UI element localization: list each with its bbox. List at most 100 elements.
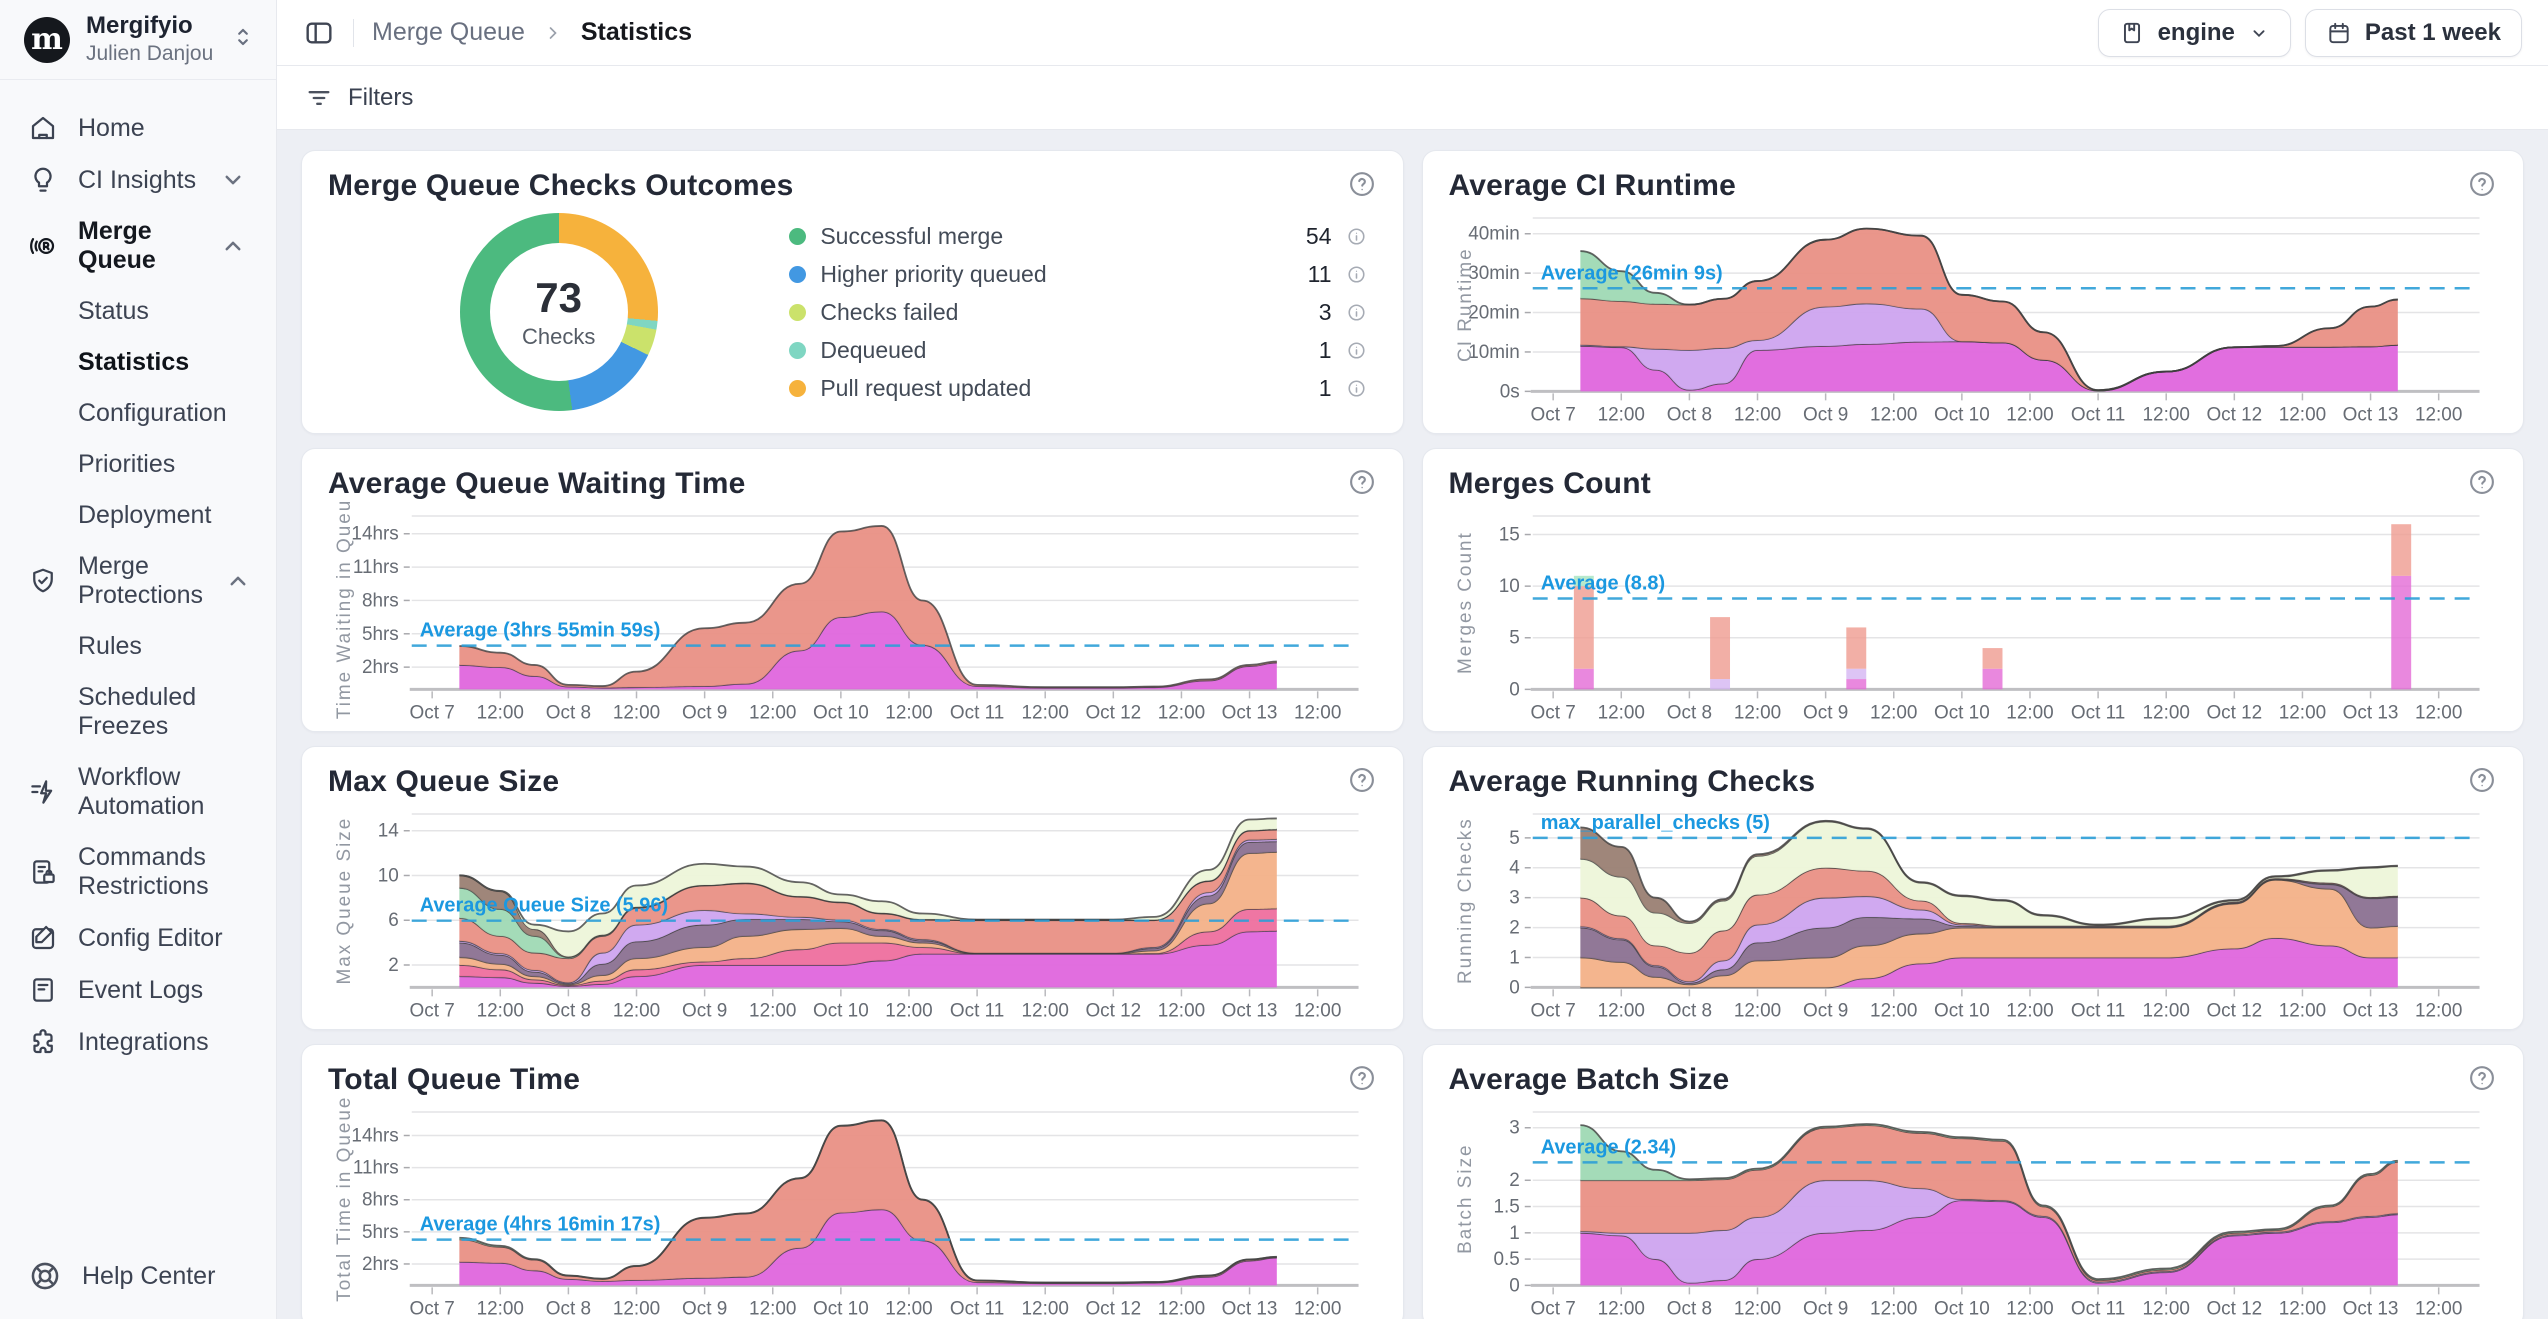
sidebar-item-merge-queue[interactable]: Merge Queue: [14, 206, 262, 286]
svg-text:8hrs: 8hrs: [362, 1190, 399, 1211]
help-question-icon[interactable]: [1347, 467, 1377, 502]
main-column: Merge Queue Statistics engine Past 1 wee…: [277, 0, 2548, 1319]
card-head: Merges Count: [1449, 467, 2498, 502]
sidebar-item-ci-insights[interactable]: CI Insights: [14, 154, 262, 206]
sidebar-item-deployment[interactable]: Deployment: [14, 490, 262, 541]
help-question-icon[interactable]: [2467, 765, 2497, 800]
info-icon[interactable]: [1346, 302, 1367, 323]
help-question-icon[interactable]: [1347, 765, 1377, 800]
sidebar-item-configuration[interactable]: Configuration: [14, 388, 262, 439]
sidebar-item-label: Rules: [78, 632, 142, 660]
average-batch-size-chart[interactable]: 00.511.523Oct 712:00Oct 812:00Oct 912:00…: [1449, 1098, 2498, 1319]
sidebar-item-priorities[interactable]: Priorities: [14, 439, 262, 490]
svg-text:Oct 8: Oct 8: [546, 702, 591, 723]
total-queue-time-chart[interactable]: 2hrs5hrs8hrs11hrs14hrsOct 712:00Oct 812:…: [328, 1098, 1377, 1319]
lifebuoy-icon: [28, 1259, 62, 1293]
calendar-icon: [2326, 20, 2352, 46]
sidebar-toggle-icon[interactable]: [303, 17, 335, 49]
workflow-icon: [28, 777, 58, 807]
legend-row[interactable]: Higher priority queued 11: [789, 261, 1366, 288]
sidebar-item-commands-restrictions[interactable]: Commands Restrictions: [14, 832, 262, 912]
card-head: Average Running Checks: [1449, 765, 2498, 800]
sidebar-item-label: Status: [78, 297, 149, 325]
svg-text:Oct 12: Oct 12: [1085, 702, 1141, 723]
svg-text:12:00: 12:00: [1597, 1298, 1644, 1319]
help-question-icon[interactable]: [1347, 1063, 1377, 1098]
average-queue-waiting-time-chart[interactable]: 2hrs5hrs8hrs11hrs14hrsOct 712:00Oct 812:…: [328, 502, 1377, 725]
help-center-link[interactable]: Help Center: [0, 1233, 276, 1319]
sidebar-item-scheduled-freezes[interactable]: Scheduled Freezes: [14, 672, 262, 752]
svg-text:Oct 8: Oct 8: [1666, 1000, 1711, 1021]
sidebar-item-label: Home: [78, 114, 145, 143]
svg-text:Oct 9: Oct 9: [682, 702, 727, 723]
svg-text:Oct 11: Oct 11: [950, 1298, 1004, 1319]
svg-text:12:00: 12:00: [477, 702, 524, 723]
svg-text:12:00: 12:00: [2414, 1000, 2461, 1021]
queue-icon: [28, 231, 58, 261]
sidebar-item-label: Config Editor: [78, 924, 223, 953]
svg-text:Oct 11: Oct 11: [950, 1000, 1004, 1021]
svg-text:Oct 8: Oct 8: [546, 1298, 591, 1319]
sidebar-item-integrations[interactable]: Integrations: [14, 1016, 262, 1068]
org-switcher-icon[interactable]: [230, 24, 256, 55]
average-ci-runtime-chart[interactable]: 0s10min20min30min40minOct 712:00Oct 812:…: [1449, 204, 2498, 427]
card-head: Average Batch Size: [1449, 1063, 2498, 1098]
sidebar-item-rules[interactable]: Rules: [14, 621, 262, 672]
info-icon[interactable]: [1346, 340, 1367, 361]
svg-text:12:00: 12:00: [1870, 1000, 1917, 1021]
bulb-icon: [28, 165, 58, 195]
svg-text:Oct 8: Oct 8: [1666, 1298, 1711, 1319]
help-question-icon[interactable]: [1347, 169, 1377, 204]
sidebar-item-config-editor[interactable]: Config Editor: [14, 912, 262, 964]
date-range-button[interactable]: Past 1 week: [2305, 9, 2522, 57]
info-icon[interactable]: [1346, 264, 1367, 285]
svg-text:Batch Size: Batch Size: [1454, 1143, 1475, 1253]
svg-text:12:00: 12:00: [1158, 702, 1205, 723]
sidebar-item-workflow-automation[interactable]: Workflow Automation: [14, 752, 262, 832]
svg-text:12:00: 12:00: [2278, 1298, 2325, 1319]
org-switcher[interactable]: m Mergifyio Julien Danjou: [0, 0, 276, 80]
svg-text:12:00: 12:00: [885, 1000, 932, 1021]
svg-text:Oct 13: Oct 13: [1222, 1000, 1278, 1021]
card-merge-queue-checks-outcomes: Merge Queue Checks Outcomes 73 Checks Su…: [301, 150, 1404, 434]
svg-text:20min: 20min: [1468, 303, 1520, 324]
legend-row[interactable]: Dequeued 1: [789, 337, 1366, 364]
legend-row[interactable]: Checks failed 3: [789, 299, 1366, 326]
sidebar-item-home[interactable]: Home: [14, 102, 262, 154]
svg-text:2hrs: 2hrs: [362, 657, 399, 678]
info-icon[interactable]: [1346, 226, 1367, 247]
merges-count-chart[interactable]: 051015Oct 712:00Oct 812:00Oct 912:00Oct …: [1449, 502, 2498, 725]
svg-text:12:00: 12:00: [749, 1298, 796, 1319]
svg-text:Oct 9: Oct 9: [682, 1000, 727, 1021]
legend-label: Checks failed: [820, 299, 958, 326]
svg-text:10min: 10min: [1468, 342, 1520, 363]
max-queue-size-chart[interactable]: 261014Oct 712:00Oct 812:00Oct 912:00Oct …: [328, 800, 1377, 1023]
svg-text:12:00: 12:00: [2006, 404, 2053, 425]
legend-row[interactable]: Successful merge 54: [789, 223, 1366, 250]
svg-text:0: 0: [1509, 679, 1520, 700]
svg-text:Average Queue Size (5.96): Average Queue Size (5.96): [420, 895, 668, 917]
help-question-icon[interactable]: [2467, 169, 2497, 204]
sidebar-item-event-logs[interactable]: Event Logs: [14, 964, 262, 1016]
breadcrumb-parent[interactable]: Merge Queue: [372, 18, 525, 47]
svg-text:2: 2: [1509, 918, 1520, 939]
sidebar-item-merge-protections[interactable]: Merge Protections: [14, 541, 262, 621]
legend-row[interactable]: Pull request updated 1: [789, 375, 1366, 402]
help-question-icon[interactable]: [2467, 467, 2497, 502]
filters-button[interactable]: Filters: [305, 84, 413, 112]
repository-selector[interactable]: engine: [2098, 9, 2291, 57]
org-name: Mergifyio: [86, 12, 213, 41]
average-running-checks-chart[interactable]: 012345Oct 712:00Oct 812:00Oct 912:00Oct …: [1449, 800, 2498, 1023]
svg-text:2: 2: [1509, 1170, 1520, 1191]
card-average-running-checks: Average Running Checks012345Oct 712:00Oc…: [1422, 746, 2525, 1030]
donut-chart[interactable]: 73 Checks: [460, 213, 658, 411]
svg-text:12:00: 12:00: [2414, 404, 2461, 425]
sidebar-item-status[interactable]: Status: [14, 286, 262, 337]
svg-text:12:00: 12:00: [1022, 702, 1069, 723]
svg-text:12:00: 12:00: [477, 1298, 524, 1319]
help-question-icon[interactable]: [2467, 1063, 2497, 1098]
sidebar-item-statistics[interactable]: Statistics: [14, 337, 262, 388]
svg-text:12:00: 12:00: [1733, 1000, 1780, 1021]
info-icon[interactable]: [1346, 378, 1367, 399]
svg-text:Oct 8: Oct 8: [1666, 404, 1711, 425]
